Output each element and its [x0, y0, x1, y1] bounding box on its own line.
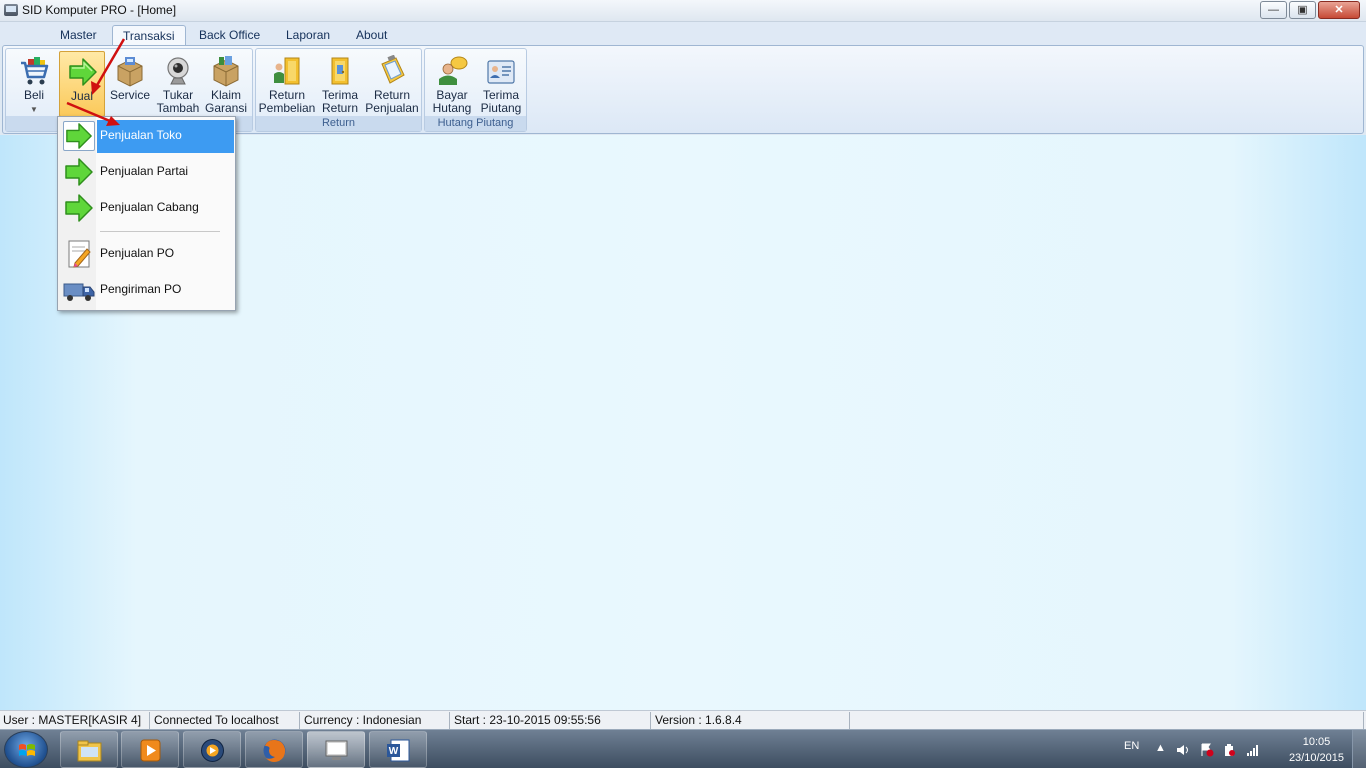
taskbar-explorer[interactable] — [60, 731, 118, 768]
ribbon-group-return: Return Pembelian Terima Return Return Pe… — [255, 48, 422, 132]
tab-laporan[interactable]: Laporan — [276, 25, 340, 46]
svg-text:W: W — [389, 746, 399, 757]
bayar-hutang-button[interactable]: Bayar Hutang — [429, 51, 475, 117]
action-center-icon[interactable] — [1200, 743, 1214, 757]
menu-item-label: Penjualan Toko — [100, 128, 182, 142]
show-desktop-button[interactable] — [1352, 730, 1366, 768]
explorer-icon — [77, 740, 102, 762]
network-signal-icon[interactable] — [1246, 743, 1260, 757]
taskbar-firefox[interactable] — [245, 731, 303, 768]
tab-transaksi[interactable]: Transaksi — [112, 25, 186, 46]
word-icon: W — [387, 739, 410, 762]
minimize-button[interactable]: — — [1260, 1, 1287, 19]
start-button[interactable] — [4, 731, 48, 768]
taskbar-word[interactable]: W — [369, 731, 427, 768]
firefox-icon — [263, 739, 286, 762]
tukar-tambah-button[interactable]: Tukar Tambah — [155, 51, 201, 117]
menu-item-label: Penjualan Cabang — [100, 200, 199, 214]
truck-icon — [63, 283, 95, 301]
menu-item-penjualan-partai[interactable]: Penjualan Partai — [60, 155, 233, 189]
status-empty-panel — [851, 712, 1364, 729]
status-user: User : MASTER[KASIR 4] — [0, 712, 150, 729]
taskbar-media-center[interactable] — [183, 731, 241, 768]
ribbon-tabs: Master Transaksi Back Office Laporan Abo… — [0, 22, 1366, 46]
webcam-icon — [167, 57, 189, 85]
media-player-icon — [140, 739, 161, 762]
clipboard-icon — [381, 55, 405, 84]
sid-komputer-icon — [325, 740, 348, 760]
notepad-pencil-icon — [68, 240, 91, 268]
tab-master[interactable]: Master — [50, 25, 107, 46]
terima-return-label: Terima Return — [321, 88, 359, 115]
chevron-down-icon: ▼ — [30, 105, 38, 114]
klaim-garansi-label: Klaim Garansi — [204, 88, 248, 115]
menu-item-label: Penjualan PO — [100, 246, 175, 260]
menu-item-label: Pengiriman PO — [100, 282, 182, 296]
taskbar-media-player[interactable] — [121, 731, 179, 768]
shopping-cart-icon — [21, 57, 49, 85]
status-version: Version : 1.6.8.4 — [652, 712, 850, 729]
box-icon — [117, 57, 143, 87]
taskbar: W EN ▲ 10:05 23/10/2015 — [0, 729, 1366, 768]
green-arrow-icon — [65, 194, 93, 222]
klaim-garansi-button[interactable]: Klaim Garansi — [203, 51, 249, 117]
menu-separator — [100, 231, 220, 232]
status-connection: Connected To localhost — [151, 712, 300, 729]
box-icon — [213, 56, 239, 87]
beli-button[interactable]: Beli ▼ — [11, 51, 57, 117]
green-arrow-icon — [69, 58, 97, 86]
jual-button[interactable]: Jual — [59, 51, 105, 117]
ribbon-group-hutang-piutang: Bayar Hutang Terima Piutang Hutang Piuta… — [424, 48, 527, 132]
menu-item-pengiriman-po[interactable]: Pengiriman PO — [60, 273, 233, 307]
door-people-icon — [274, 57, 300, 85]
window-controls: — ▣ ✕ — [1260, 1, 1360, 19]
terima-piutang-button[interactable]: Terima Piutang — [478, 51, 524, 117]
tab-about[interactable]: About — [346, 25, 397, 46]
menu-item-label: Penjualan Partai — [100, 164, 189, 178]
clock[interactable]: 10:05 23/10/2015 — [1289, 734, 1344, 766]
power-icon[interactable] — [1222, 743, 1236, 757]
group-label-hutang-piutang: Hutang Piutang — [425, 116, 526, 131]
person-speech-icon — [439, 56, 468, 85]
terima-return-button[interactable]: Terima Return — [317, 51, 363, 117]
show-hidden-icons-icon[interactable]: ▲ — [1155, 742, 1166, 768]
jual-dropdown-menu: Penjualan Toko Penjualan Partai Penjuala… — [57, 116, 236, 311]
title-bar: SID Komputer PRO - [Home] — ▣ ✕ — [0, 0, 1366, 22]
return-penjualan-label: Return Penjualan — [365, 88, 419, 115]
clock-time: 10:05 — [1302, 736, 1331, 748]
id-card-icon — [487, 60, 515, 84]
window-title: SID Komputer PRO - [Home] — [22, 3, 177, 17]
group-label-return: Return — [256, 116, 421, 131]
return-pembelian-label: Return Pembelian — [258, 88, 316, 115]
terima-piutang-label: Terima Piutang — [480, 88, 522, 115]
status-currency: Currency : Indonesian — [301, 712, 450, 729]
speaker-icon[interactable] — [1176, 743, 1190, 757]
status-bar: User : MASTER[KASIR 4] Connected To loca… — [0, 710, 1366, 729]
menu-item-penjualan-po[interactable]: Penjualan PO — [60, 237, 233, 271]
clock-date: 23/10/2015 — [1288, 752, 1344, 764]
close-button[interactable]: ✕ — [1318, 1, 1360, 19]
media-center-icon — [201, 739, 224, 762]
status-start-time: Start : 23-10-2015 09:55:56 — [451, 712, 651, 729]
maximize-button[interactable]: ▣ — [1289, 1, 1316, 19]
windows-logo-icon — [19, 744, 35, 756]
language-indicator[interactable]: EN — [1124, 740, 1139, 768]
taskbar-sid-komputer[interactable] — [307, 731, 365, 768]
door-icon — [331, 57, 349, 85]
service-button[interactable]: Service — [107, 51, 153, 117]
menu-item-penjualan-cabang[interactable]: Penjualan Cabang — [60, 191, 233, 225]
return-penjualan-button[interactable]: Return Penjualan — [365, 51, 419, 117]
menu-item-penjualan-toko[interactable]: Penjualan Toko — [60, 119, 234, 153]
app-icon — [4, 4, 18, 16]
tab-back-office[interactable]: Back Office — [189, 25, 270, 46]
green-arrow-icon — [63, 121, 95, 151]
return-pembelian-button[interactable]: Return Pembelian — [259, 51, 315, 117]
green-arrow-icon — [65, 158, 93, 186]
